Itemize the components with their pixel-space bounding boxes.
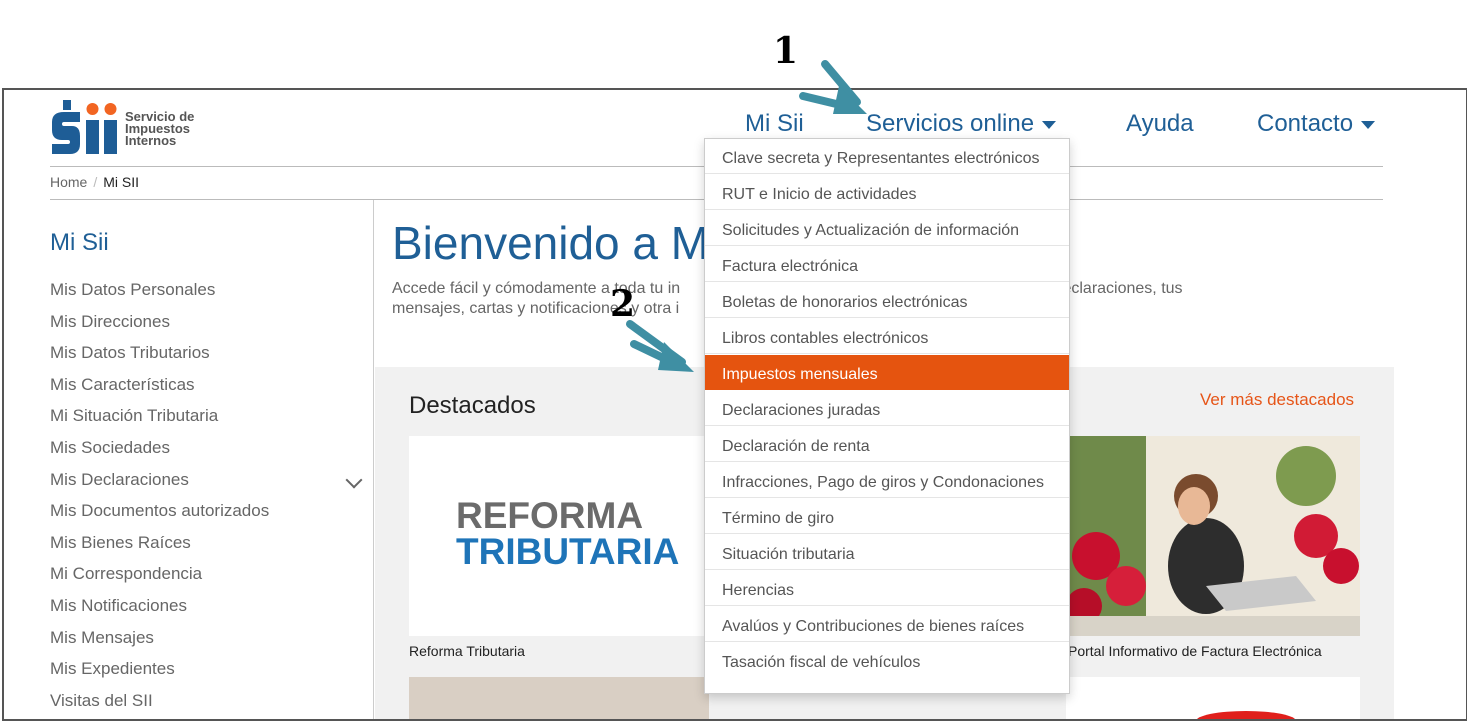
dropdown-item[interactable]: Factura electrónica xyxy=(705,247,1069,282)
sidebar-item[interactable]: Mi Situación Tributaria xyxy=(50,406,360,438)
caret-down-icon xyxy=(1042,120,1057,129)
reforma-tributaria-image: REFORMA TRIBUTARIA xyxy=(456,495,680,572)
sidebar-menu: Mis Datos Personales Mis Direcciones Mis… xyxy=(50,280,363,719)
sidebar-item[interactable]: Mis Direcciones xyxy=(50,312,360,344)
caret-down-icon xyxy=(1361,120,1376,129)
dropdown-item[interactable]: Situación tributaria xyxy=(705,535,1069,570)
sidebar-item-declaraciones[interactable]: Mis Declaraciones xyxy=(50,470,363,502)
nav-contacto[interactable]: Contacto xyxy=(1257,110,1376,138)
dropdown-item[interactable]: Libros contables electrónicos xyxy=(705,319,1069,354)
see-more-featured-link[interactable]: Ver más destacados xyxy=(1200,390,1354,410)
card-partial-image xyxy=(1197,711,1295,719)
sidebar-item[interactable]: Mis Expedientes xyxy=(50,659,360,691)
dropdown-item[interactable]: Solicitudes y Actualización de informaci… xyxy=(705,211,1069,246)
logo-text: Servicio de Impuestos Internos xyxy=(125,109,195,148)
dropdown-item[interactable]: Avalúos y Contribuciones de bienes raíce… xyxy=(705,607,1069,642)
breadcrumb-home[interactable]: Home xyxy=(50,174,87,190)
dropdown-item[interactable]: Término de giro xyxy=(705,499,1069,534)
sidebar-item[interactable]: Mis Datos Tributarios xyxy=(50,343,360,375)
chevron-down-icon[interactable] xyxy=(345,471,363,489)
dropdown-item[interactable]: Herencias xyxy=(705,571,1069,606)
breadcrumb-current: Mi SII xyxy=(103,174,140,190)
page-title: Bienvenido a M xyxy=(392,217,710,269)
breadcrumb: Home / Mi SII xyxy=(50,174,140,190)
nav-servicios-online[interactable]: Servicios online xyxy=(866,110,1057,138)
sidebar-item[interactable]: Mis Documentos autorizados xyxy=(50,501,360,533)
annotation-arrow-icon xyxy=(626,320,694,372)
dropdown-item[interactable]: Declaraciones juradas xyxy=(705,391,1069,426)
dropdown-item[interactable]: Boletas de honorarios electrónicas xyxy=(705,283,1069,318)
dropdown-item[interactable]: RUT e Inicio de actividades xyxy=(705,175,1069,210)
featured-card-label[interactable]: Portal Informativo de Factura Electrónic… xyxy=(1068,643,1322,659)
sidebar-item[interactable]: Mis Mensajes xyxy=(50,628,360,660)
annotation-arrow-icon xyxy=(799,60,867,114)
sidebar-item[interactable]: Mis Notificaciones xyxy=(50,596,360,628)
sidebar-item[interactable]: Mis Sociedades xyxy=(50,438,360,470)
sidebar-title: Mi Sii xyxy=(50,229,109,256)
sidebar-item[interactable]: Mi Correspondencia xyxy=(50,564,360,596)
sidebar-item[interactable]: Mis Bienes Raíces xyxy=(50,533,360,565)
browser-frame: Servicio de Impuestos Internos Mi Sii Se… xyxy=(2,88,1467,721)
servicios-online-dropdown: Clave secreta y Representantes electróni… xyxy=(704,138,1070,694)
dropdown-item-impuestos-mensuales[interactable]: Impuestos mensuales xyxy=(705,355,1069,390)
sidebar-divider xyxy=(373,200,374,719)
nav-ayuda[interactable]: Ayuda xyxy=(1126,110,1194,138)
dropdown-item[interactable]: Infracciones, Pago de giros y Condonacio… xyxy=(705,463,1069,498)
dropdown-item[interactable]: Tasación fiscal de vehículos xyxy=(705,643,1069,678)
sidebar-item[interactable]: Mis Características xyxy=(50,375,360,407)
factura-photo-image xyxy=(1066,436,1360,636)
sidebar-item[interactable]: Visitas del SII xyxy=(50,691,360,719)
dropdown-item[interactable]: Declaración de renta xyxy=(705,427,1069,462)
featured-card-partial[interactable] xyxy=(409,677,709,719)
sidebar-item[interactable]: Mis Datos Personales xyxy=(50,280,360,312)
dropdown-item[interactable]: Clave secreta y Representantes electróni… xyxy=(705,139,1069,174)
featured-card-factura[interactable] xyxy=(1066,436,1360,636)
featured-title: Destacados xyxy=(409,392,536,419)
sii-logo-icon xyxy=(52,100,117,154)
featured-card-label[interactable]: Reforma Tributaria xyxy=(409,643,525,659)
featured-card-partial[interactable] xyxy=(1066,677,1360,719)
